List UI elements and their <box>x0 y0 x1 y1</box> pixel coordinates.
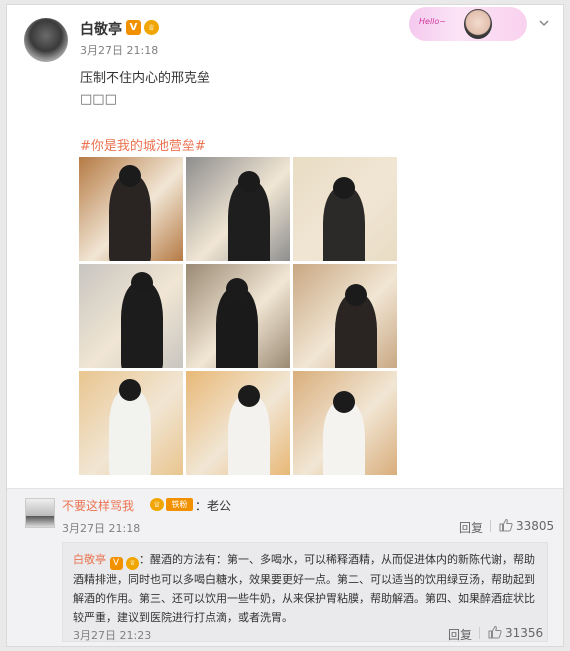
photo-figure <box>121 282 163 368</box>
reply-text: ：醒酒的方法有：第一、多喝水，可以稀释酒精，从而促进体内的新陈代谢，帮助酒精排泄… <box>73 553 535 624</box>
level-badge-icon: ♕ <box>144 20 159 35</box>
comment-like-count[interactable]: 33805 <box>516 519 554 533</box>
divider <box>479 627 480 639</box>
photo-thumbnail[interactable] <box>293 371 397 475</box>
comments-section: 不要这样骂我 ♕ 铁粉 ：老公 3月27日 21:18 回复 33805 白敬亭… <box>7 488 563 646</box>
reply-level-badge-icon: ♕ <box>126 557 139 570</box>
photo-figure-head <box>119 165 141 187</box>
weibo-post-card: 白敬亭 V ♕ 3月27日 21:18 Hello~ 压制不住内心的邢克垒 □□… <box>6 4 564 647</box>
comment-time: 3月27日 21:18 <box>62 522 141 535</box>
comment-text: ：老公 <box>195 499 232 513</box>
photo-thumbnail[interactable] <box>79 264 183 368</box>
photo-thumbnail[interactable] <box>79 157 183 261</box>
photo-figure <box>228 395 270 475</box>
divider <box>490 520 491 532</box>
reply-like-count[interactable]: 31356 <box>505 626 543 640</box>
photo-figure-head <box>333 177 355 199</box>
photo-figure-head <box>119 379 141 401</box>
photo-figure-head <box>238 385 260 407</box>
author-name[interactable]: 白敬亭 <box>80 19 122 39</box>
decoration-text: Hello~ <box>419 17 446 26</box>
photo-figure <box>109 175 151 261</box>
thumbs-up-icon[interactable] <box>499 518 513 532</box>
chevron-svg <box>539 20 549 27</box>
photo-figure <box>109 389 151 475</box>
post-text-line-1: 压制不住内心的邢克垒 <box>80 71 211 86</box>
commenter-avatar[interactable] <box>25 498 55 528</box>
thumbs-up-icon[interactable] <box>488 625 502 639</box>
post-time[interactable]: 3月27日 21:18 <box>80 42 158 58</box>
chevron-down-icon[interactable] <box>538 17 550 29</box>
verified-badge-icon: V <box>126 20 141 35</box>
decoration-portrait-icon <box>464 9 492 39</box>
reply-content: 白敬亭 V ♕ ：醒酒的方法有：第一、多喝水，可以稀释酒精，从而促进体内的新陈代谢… <box>73 550 543 627</box>
post-hashtag[interactable]: #你是我的城池营垒# <box>80 135 206 154</box>
thumbs-up-svg <box>488 625 502 639</box>
reply-author-name[interactable]: 白敬亭 <box>73 553 106 566</box>
post-text-line-2: □□□ <box>80 92 117 107</box>
photo-thumbnail[interactable] <box>79 371 183 475</box>
commenter-name[interactable]: 不要这样骂我 <box>62 497 134 514</box>
photo-figure-head <box>131 272 153 294</box>
photo-thumbnail[interactable] <box>186 371 290 475</box>
fan-badge: 铁粉 <box>166 498 193 511</box>
photo-figure-head <box>345 284 367 306</box>
reply-reply-button[interactable]: 回复 <box>448 626 472 643</box>
photo-figure <box>228 181 270 261</box>
reply-time: 3月27日 21:23 <box>73 629 152 642</box>
comment-reply-button[interactable]: 回复 <box>459 519 483 536</box>
author-reply: 白敬亭 V ♕ ：醒酒的方法有：第一、多喝水，可以稀释酒精，从而促进体内的新陈代谢… <box>62 542 548 642</box>
commenter-level-badge-icon: ♕ <box>150 498 164 511</box>
card-decoration: Hello~ <box>409 7 527 41</box>
photo-thumbnail[interactable] <box>293 157 397 261</box>
author-avatar[interactable] <box>24 18 68 62</box>
photo-grid <box>79 157 397 475</box>
photo-figure-head <box>226 278 248 300</box>
thumbs-up-svg <box>499 518 513 532</box>
reply-verified-badge-icon: V <box>109 557 123 570</box>
photo-figure-head <box>333 391 355 413</box>
photo-figure <box>216 288 258 368</box>
photo-thumbnail[interactable] <box>186 157 290 261</box>
photo-thumbnail[interactable] <box>186 264 290 368</box>
photo-figure-head <box>238 171 260 193</box>
photo-thumbnail[interactable] <box>293 264 397 368</box>
